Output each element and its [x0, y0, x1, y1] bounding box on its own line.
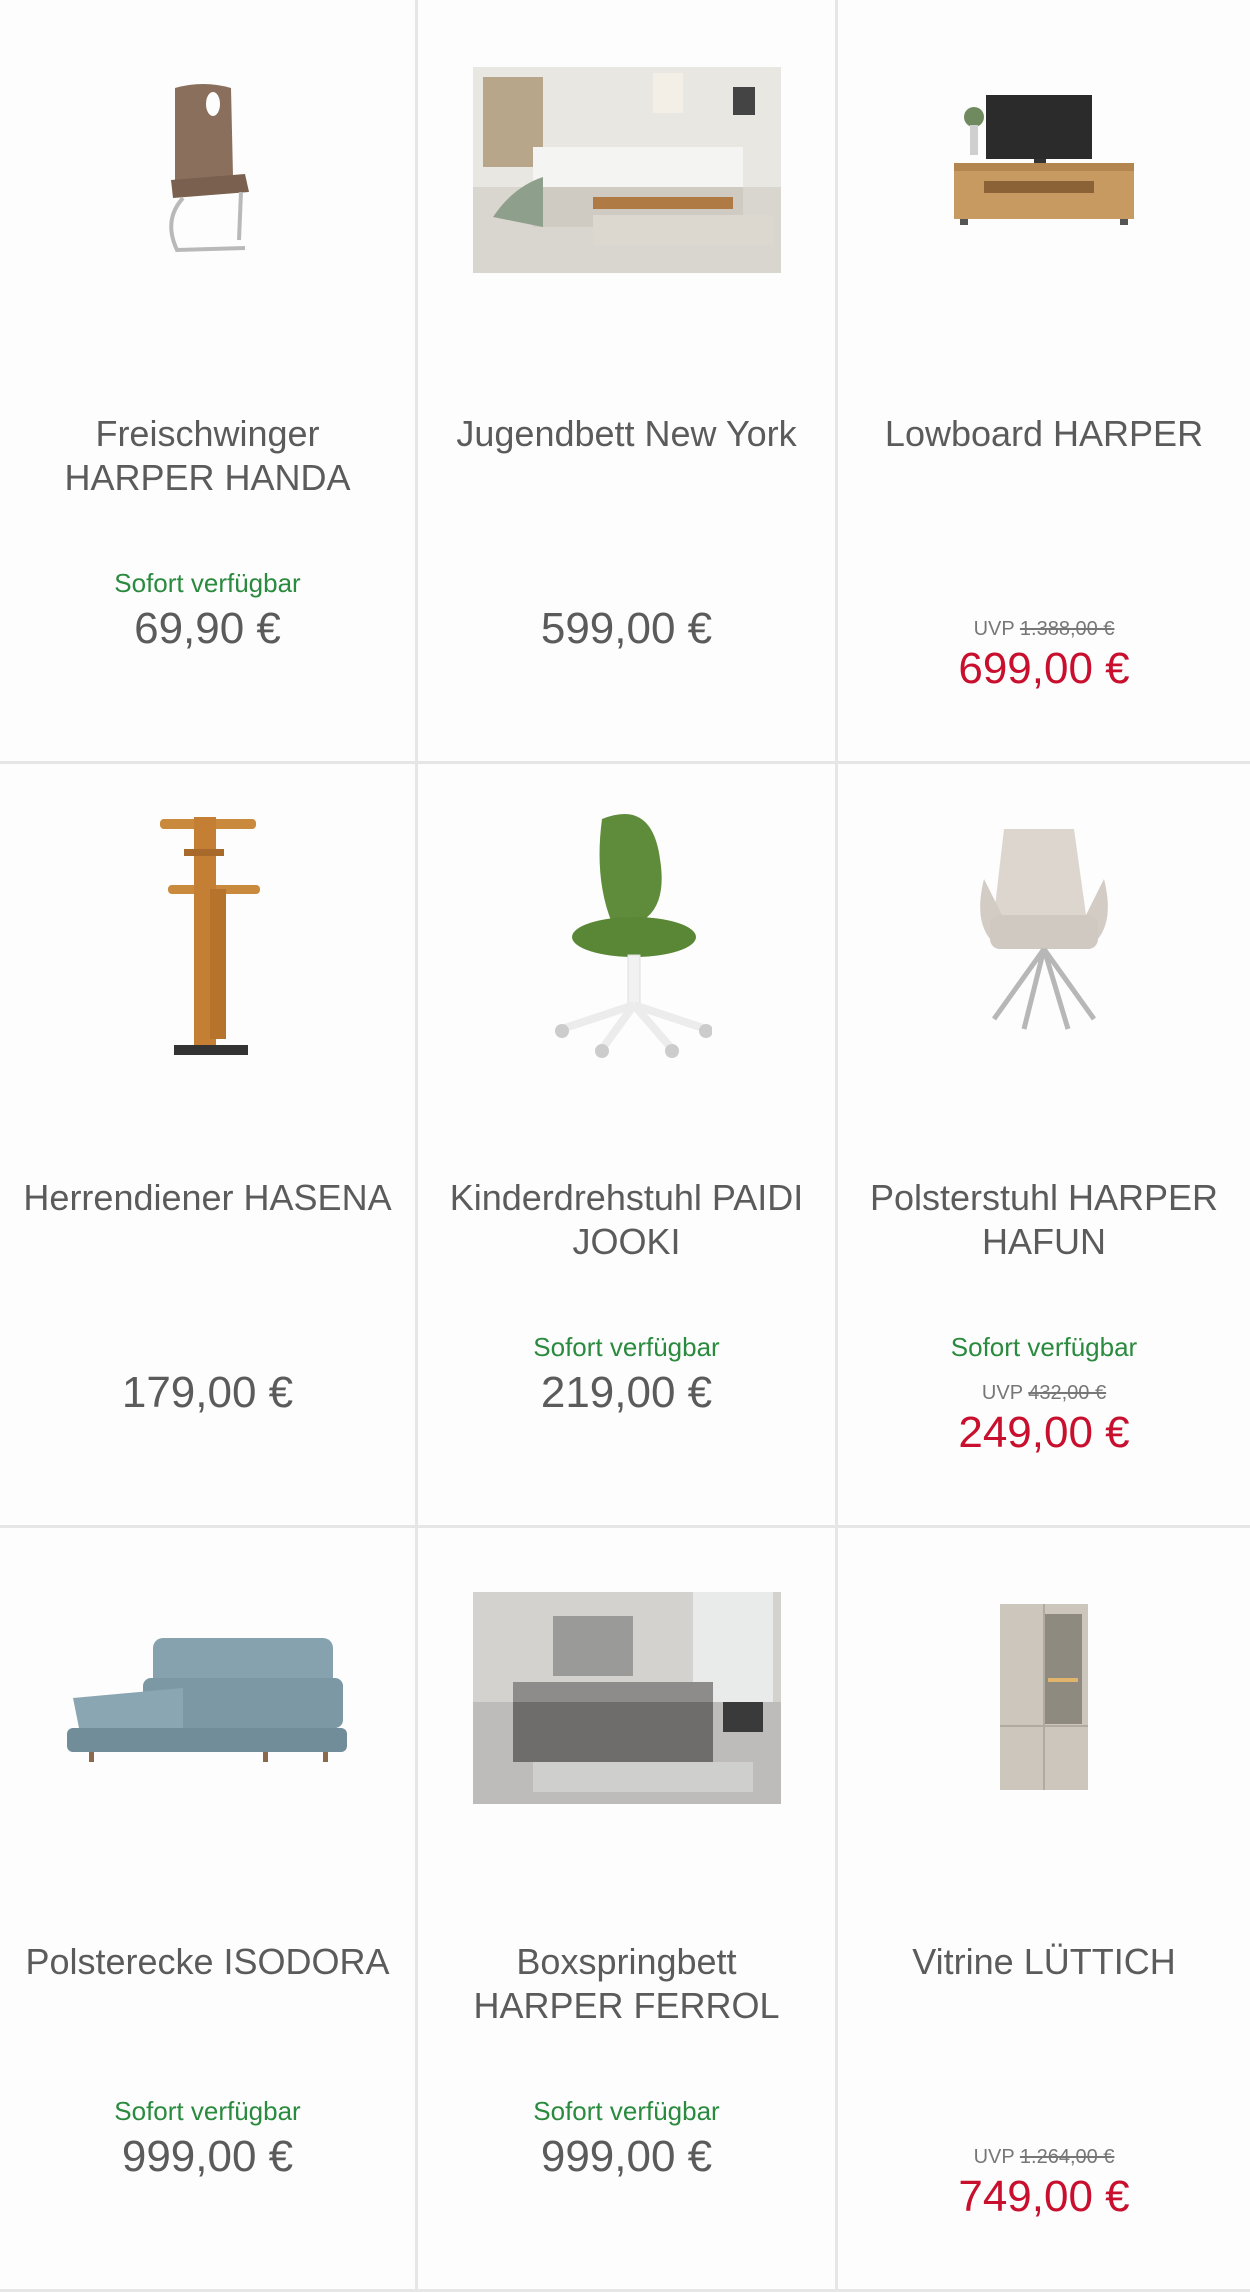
product-price: 179,00 €: [121, 1368, 294, 1417]
tv-lowboard-image[interactable]: [838, 40, 1250, 300]
sale-price: 249,00 €: [958, 1408, 1130, 1457]
cantilever-chair-image[interactable]: [0, 40, 415, 300]
product-price: 999,00 €: [540, 2132, 713, 2181]
product-title[interactable]: Herrendiener HASENA: [20, 1176, 395, 1220]
product-card[interactable]: Freischwinger HARPER HANDA Sofort verfüg…: [0, 0, 418, 764]
product-title[interactable]: Jugendbett New York: [438, 412, 815, 456]
uvp-price: UVP 1.388,00 €: [838, 618, 1250, 641]
product-title[interactable]: Polsterstuhl HARPER HAFUN: [858, 1176, 1230, 1264]
uvp-label: UVP: [981, 1382, 1023, 1404]
youth-bed-image[interactable]: [418, 40, 835, 300]
sale-price: 749,00 €: [958, 2172, 1130, 2221]
product-title[interactable]: Lowboard HARPER: [858, 412, 1230, 456]
kids-swivel-chair-image[interactable]: [418, 804, 835, 1064]
uvp-old-price: 1.388,00 €: [1019, 618, 1115, 640]
availability-label: Sofort verfügbar: [114, 568, 301, 598]
sale-price: 699,00 €: [958, 644, 1130, 693]
product-card[interactable]: Boxspringbett HARPER FERROL Sofort verfü…: [418, 1528, 838, 2292]
product-grid: Freischwinger HARPER HANDA Sofort verfüg…: [0, 0, 1250, 2292]
boxspring-bed-image[interactable]: [418, 1568, 835, 1828]
product-title[interactable]: Vitrine LÜTTICH: [858, 1940, 1230, 1984]
uvp-label: UVP: [973, 618, 1015, 640]
availability-label: Sofort verfügbar: [533, 2096, 720, 2126]
product-price: 599,00 €: [540, 604, 713, 653]
upholstered-chair-image[interactable]: [838, 804, 1250, 1064]
product-card[interactable]: Vitrine LÜTTICH UVP 1.264,00 € 749,00 €: [838, 1528, 1250, 2292]
product-price: 999,00 €: [121, 2132, 294, 2181]
product-card[interactable]: Kinderdrehstuhl PAIDI JOOKI Sofort verfü…: [418, 764, 838, 1528]
availability-label: Sofort verfügbar: [950, 1332, 1138, 1362]
product-title[interactable]: Kinderdrehstuhl PAIDI JOOKI: [438, 1176, 815, 1264]
uvp-old-price: 1.264,00 €: [1019, 2146, 1115, 2168]
product-card[interactable]: Lowboard HARPER UVP 1.388,00 € 699,00 €: [838, 0, 1250, 764]
product-card[interactable]: Polsterecke ISODORA Sofort verfügbar 999…: [0, 1528, 418, 2292]
uvp-price: UVP 432,00 €: [838, 1382, 1250, 1405]
uvp-label: UVP: [973, 2146, 1015, 2168]
product-price: 69,90 €: [134, 604, 281, 653]
product-card[interactable]: Herrendiener HASENA 179,00 €: [0, 764, 418, 1528]
product-card[interactable]: Polsterstuhl HARPER HAFUN Sofort verfügb…: [838, 764, 1250, 1528]
product-card[interactable]: Jugendbett New York 599,00 €: [418, 0, 838, 764]
display-cabinet-image[interactable]: [838, 1568, 1250, 1828]
corner-sofa-image[interactable]: [0, 1568, 415, 1828]
uvp-price: UVP 1.264,00 €: [838, 2146, 1250, 2169]
product-title[interactable]: Polsterecke ISODORA: [20, 1940, 395, 1984]
product-price: 219,00 €: [540, 1368, 713, 1417]
valet-stand-image[interactable]: [0, 804, 415, 1064]
availability-label: Sofort verfügbar: [533, 1332, 720, 1362]
availability-label: Sofort verfügbar: [114, 2096, 301, 2126]
product-title[interactable]: Freischwinger HARPER HANDA: [20, 412, 395, 500]
uvp-old-price: 432,00 €: [1028, 1382, 1107, 1404]
product-title[interactable]: Boxspringbett HARPER FERROL: [438, 1940, 815, 2028]
